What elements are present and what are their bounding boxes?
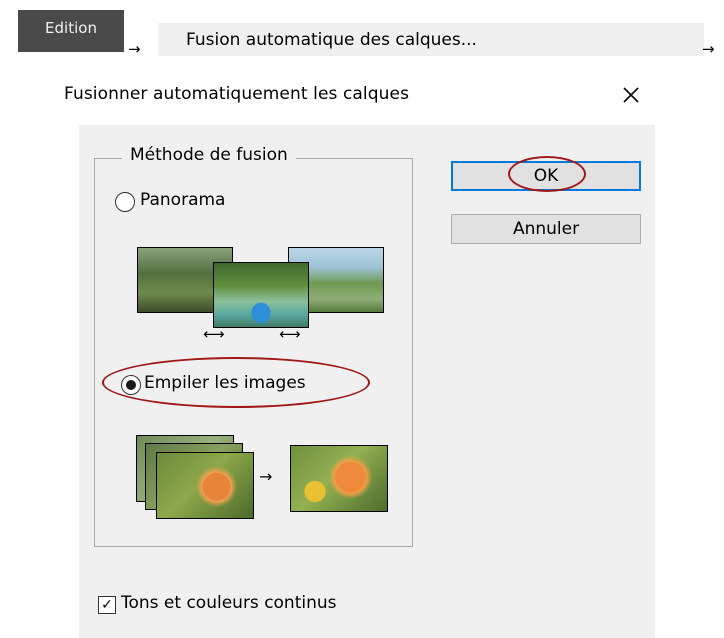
step-arrow: → (702, 40, 715, 58)
cancel-button[interactable]: Annuler (451, 214, 641, 244)
highlight-oval (102, 357, 370, 408)
highlight-oval (508, 156, 586, 192)
double-arrow-icon: ⟷ (203, 325, 225, 343)
panorama-label[interactable]: Panorama (140, 190, 225, 210)
stack-image-front (156, 452, 254, 519)
continuous-tones-checkbox[interactable]: ✓ (98, 596, 116, 614)
method-group: Méthode de fusion Panorama ⟷ ⟷ Empiler l… (94, 145, 413, 547)
fusion-command-label: Fusion automatique des calques... (186, 29, 477, 50)
method-group-legend: Méthode de fusion (122, 145, 296, 165)
checkmark-icon: ✓ (101, 597, 113, 613)
stack-result-image (290, 445, 388, 512)
close-icon[interactable] (620, 84, 642, 106)
edition-menu[interactable]: Edition (18, 10, 124, 52)
dialog-title: Fusionner automatiquement les calques (64, 84, 410, 104)
edition-menu-label: Edition (45, 19, 97, 37)
panorama-image-center (213, 262, 309, 328)
step-arrow: → (128, 40, 141, 58)
right-arrow-icon: → (259, 467, 273, 486)
panorama-radio[interactable] (115, 192, 135, 212)
fusion-command-menu-item[interactable]: Fusion automatique des calques... (158, 23, 704, 56)
double-arrow-icon: ⟷ (279, 325, 301, 343)
continuous-tones-label[interactable]: Tons et couleurs continus (121, 593, 337, 613)
dialog-body: Méthode de fusion Panorama ⟷ ⟷ Empiler l… (79, 125, 655, 638)
